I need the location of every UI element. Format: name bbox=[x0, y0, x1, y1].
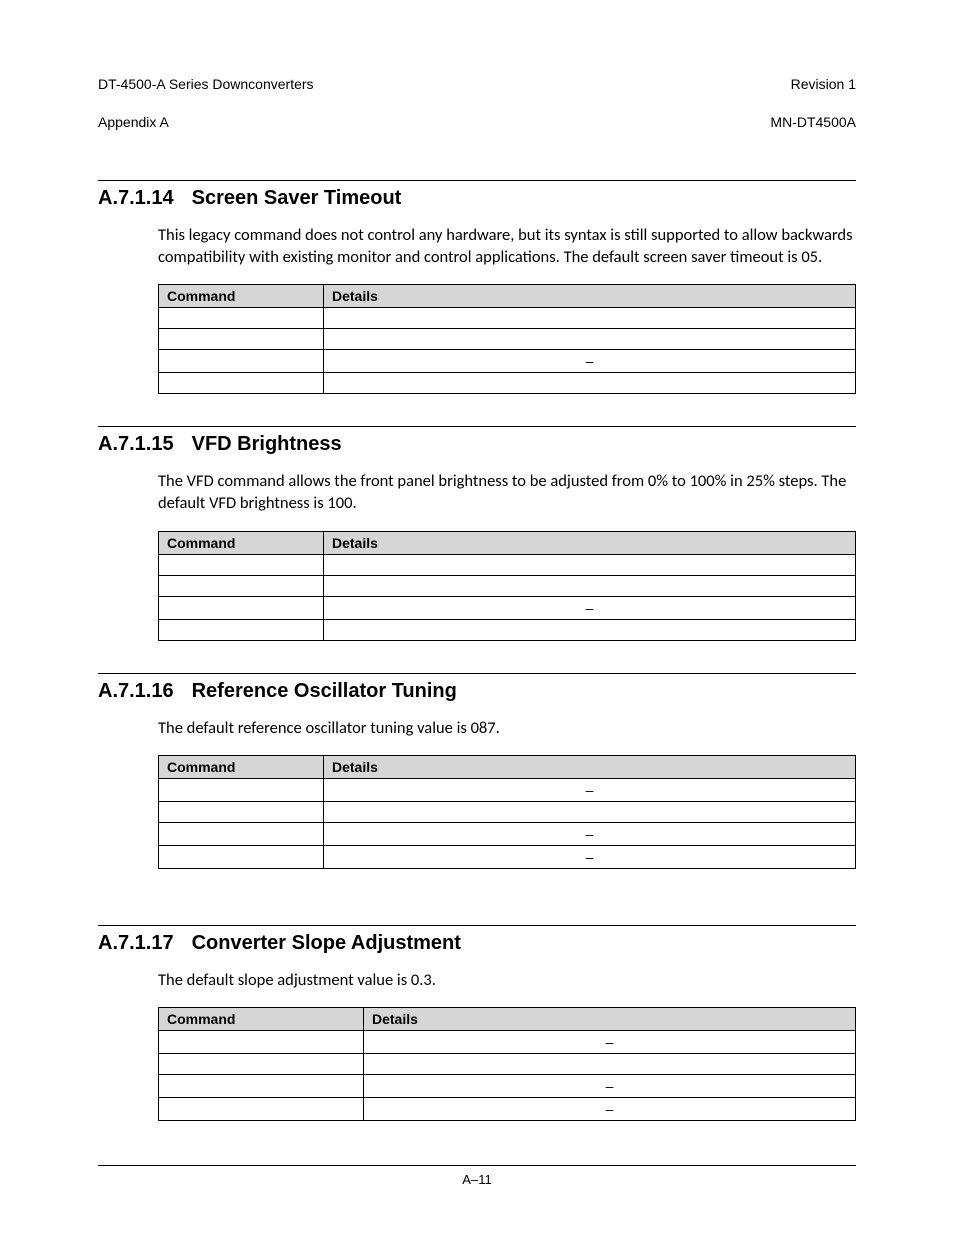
cell-details bbox=[324, 329, 856, 350]
cell-command bbox=[159, 822, 324, 845]
table-header-details: Details bbox=[324, 755, 856, 778]
section-rule bbox=[98, 673, 856, 674]
cell-details: – bbox=[324, 596, 856, 619]
header-appendix: Appendix A bbox=[98, 114, 169, 130]
cell-details: – bbox=[364, 1075, 856, 1098]
section-screen-saver-timeout: A.7.1.14 Screen Saver Timeout This legacy… bbox=[98, 180, 856, 395]
table-header-command: Command bbox=[159, 1008, 364, 1031]
cell-command bbox=[159, 1098, 364, 1121]
section-body: The default slope adjustment value is 0.… bbox=[158, 969, 856, 991]
table-row: – bbox=[159, 778, 856, 801]
cell-details bbox=[324, 554, 856, 575]
section-body: This legacy command does not control any… bbox=[158, 224, 856, 269]
table-header-details: Details bbox=[364, 1008, 856, 1031]
table-row bbox=[159, 1054, 856, 1075]
spacer bbox=[98, 901, 856, 925]
section-heading: A.7.1.14 Screen Saver Timeout bbox=[98, 187, 856, 210]
cell-details: – bbox=[364, 1098, 856, 1121]
section-number: A.7.1.15 bbox=[98, 433, 174, 456]
table-row bbox=[159, 575, 856, 596]
cell-command bbox=[159, 1075, 364, 1098]
header-revision: Revision 1 bbox=[791, 76, 856, 92]
section-heading: A.7.1.16 Reference Oscillator Tuning bbox=[98, 680, 856, 703]
section-title: Converter Slope Adjustment bbox=[192, 932, 461, 954]
page-footer: A–11 bbox=[98, 1165, 856, 1187]
section-rule bbox=[98, 925, 856, 926]
section-reference-oscillator-tuning: A.7.1.16 Reference Oscillator Tuning The … bbox=[98, 673, 856, 869]
cell-command bbox=[159, 778, 324, 801]
table-row: – bbox=[159, 1031, 856, 1054]
cell-command bbox=[159, 554, 324, 575]
section-rule bbox=[98, 426, 856, 427]
section-body: The default reference oscillator tuning … bbox=[158, 717, 856, 739]
cell-details bbox=[324, 373, 856, 394]
command-table: Command Details – bbox=[158, 284, 856, 394]
cell-command bbox=[159, 801, 324, 822]
table-row bbox=[159, 554, 856, 575]
table-row: – bbox=[159, 1098, 856, 1121]
cell-command bbox=[159, 350, 324, 373]
section-number: A.7.1.14 bbox=[98, 187, 174, 210]
header-right: Revision 1 MN-DT4500A bbox=[770, 56, 856, 132]
section-converter-slope-adjustment: A.7.1.17 Converter Slope Adjustment The d… bbox=[98, 925, 856, 1121]
section-rule bbox=[98, 180, 856, 181]
table-row bbox=[159, 619, 856, 640]
page-number: A–11 bbox=[462, 1172, 491, 1187]
section-body: The VFD command allows the front panel b… bbox=[158, 470, 856, 515]
cell-details bbox=[324, 619, 856, 640]
cell-command bbox=[159, 619, 324, 640]
table-row bbox=[159, 329, 856, 350]
command-table: Command Details – – – bbox=[158, 1007, 856, 1121]
table-row bbox=[159, 308, 856, 329]
section-title: VFD Brightness bbox=[192, 433, 342, 455]
cell-command bbox=[159, 308, 324, 329]
cell-command bbox=[159, 1054, 364, 1075]
table-row bbox=[159, 801, 856, 822]
cell-details: – bbox=[364, 1031, 856, 1054]
table-row: – bbox=[159, 822, 856, 845]
table-header-command: Command bbox=[159, 285, 324, 308]
header-left: DT-4500-A Series Downconverters Appendix… bbox=[98, 56, 314, 132]
page-header: DT-4500-A Series Downconverters Appendix… bbox=[98, 56, 856, 132]
footer-rule bbox=[98, 1165, 856, 1166]
command-table: Command Details – bbox=[158, 531, 856, 641]
table-row: – bbox=[159, 1075, 856, 1098]
header-docnum: MN-DT4500A bbox=[770, 114, 856, 130]
cell-command bbox=[159, 596, 324, 619]
cell-command bbox=[159, 845, 324, 868]
header-doc-title: DT-4500-A Series Downconverters bbox=[98, 76, 314, 92]
table-row: – bbox=[159, 350, 856, 373]
table-header-command: Command bbox=[159, 755, 324, 778]
cell-details bbox=[324, 575, 856, 596]
section-title: Screen Saver Timeout bbox=[192, 187, 402, 209]
cell-details: – bbox=[324, 845, 856, 868]
cell-details bbox=[324, 801, 856, 822]
cell-details: – bbox=[324, 778, 856, 801]
cell-details bbox=[364, 1054, 856, 1075]
table-header-details: Details bbox=[324, 531, 856, 554]
cell-command bbox=[159, 329, 324, 350]
cell-command bbox=[159, 575, 324, 596]
section-number: A.7.1.16 bbox=[98, 680, 174, 703]
command-table: Command Details – – – bbox=[158, 755, 856, 869]
section-heading: A.7.1.17 Converter Slope Adjustment bbox=[98, 932, 856, 955]
cell-command bbox=[159, 373, 324, 394]
section-title: Reference Oscillator Tuning bbox=[192, 680, 457, 702]
section-number: A.7.1.17 bbox=[98, 932, 174, 955]
table-row bbox=[159, 373, 856, 394]
table-header-details: Details bbox=[324, 285, 856, 308]
table-row: – bbox=[159, 596, 856, 619]
cell-command bbox=[159, 1031, 364, 1054]
table-header-command: Command bbox=[159, 531, 324, 554]
section-heading: A.7.1.15 VFD Brightness bbox=[98, 433, 856, 456]
table-row: – bbox=[159, 845, 856, 868]
section-vfd-brightness: A.7.1.15 VFD Brightness The VFD command a… bbox=[98, 426, 856, 641]
cell-details: – bbox=[324, 822, 856, 845]
cell-details bbox=[324, 308, 856, 329]
cell-details: – bbox=[324, 350, 856, 373]
